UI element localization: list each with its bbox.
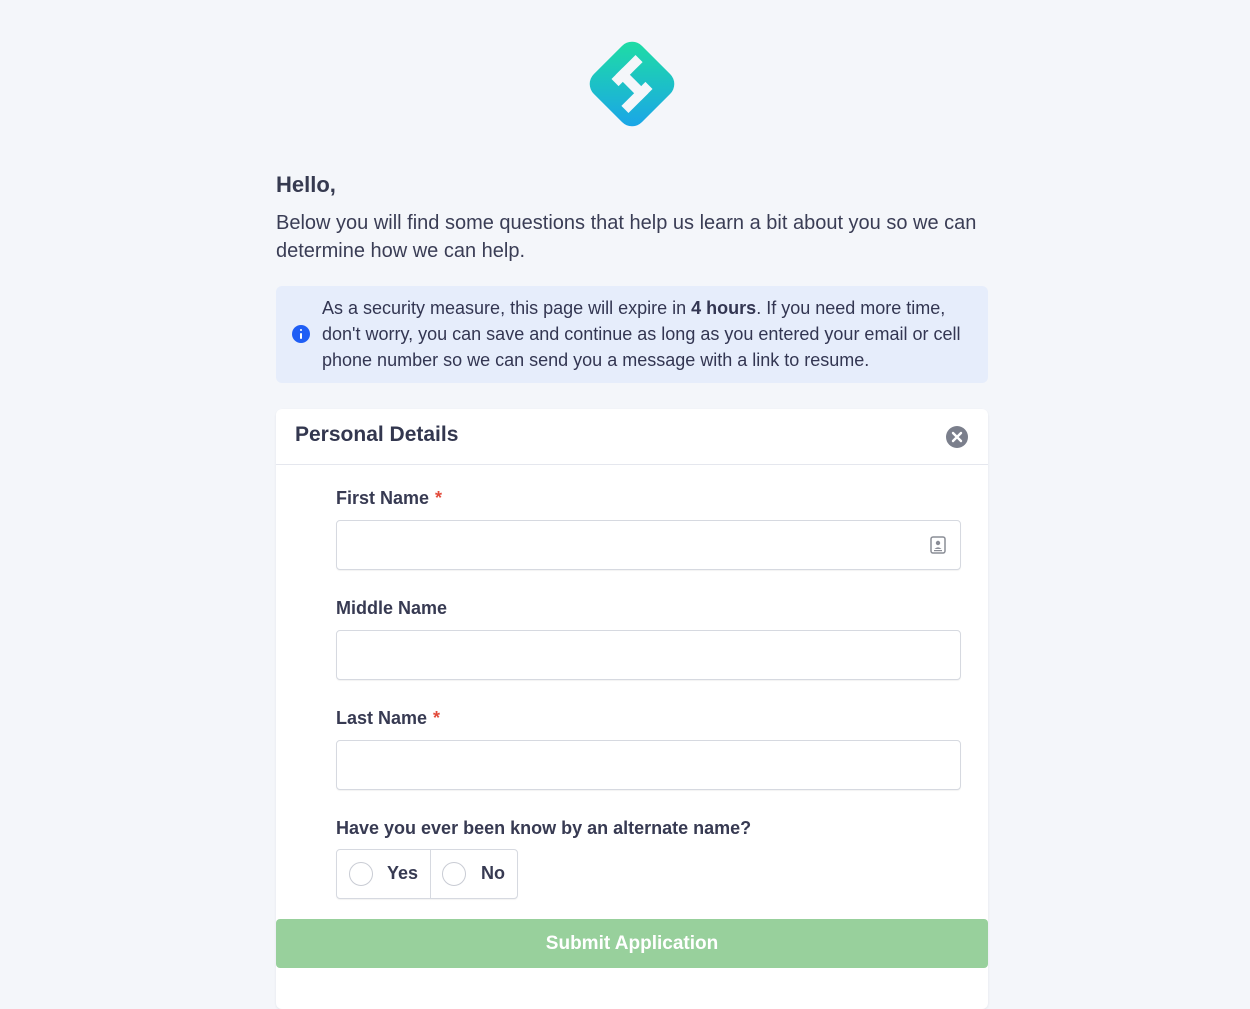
first-name-label: First Name *: [336, 488, 442, 509]
alternate-name-question: Have you ever been know by an alternate …: [336, 818, 752, 838]
last-name-label-text: Last Name: [336, 708, 428, 728]
first-name-label-text: First Name: [336, 488, 430, 508]
radio-circle-no[interactable]: [442, 862, 466, 886]
intro-text: Below you will find some questions that …: [276, 212, 977, 262]
radio-label-no: No: [481, 863, 505, 883]
contact-card-icon[interactable]: [930, 536, 946, 554]
security-notice: As a security measure, this page will ex…: [276, 286, 988, 383]
brand-logo-icon: [589, 41, 675, 127]
close-section-button[interactable]: [946, 426, 968, 448]
notice-text-before: As a security measure, this page will ex…: [322, 298, 692, 318]
alternate-name-radio-group: Yes No: [336, 849, 518, 899]
last-name-label: Last Name *: [336, 708, 440, 729]
notice-text: As a security measure, this page will ex…: [322, 295, 982, 373]
radio-label-yes: Yes: [387, 863, 419, 883]
middle-name-input[interactable]: [336, 630, 961, 680]
close-circle-icon: [951, 431, 963, 443]
middle-name-label: Middle Name: [336, 598, 448, 618]
last-name-required-mark: *: [433, 708, 441, 728]
personal-details-card: Personal Details First Name * Middle Name…: [276, 409, 988, 1009]
notice-emphasis: 4 hours: [691, 298, 757, 318]
last-name-input[interactable]: [336, 740, 961, 790]
radio-circle-yes[interactable]: [349, 862, 373, 886]
submit-application-button[interactable]: Submit Application: [276, 919, 988, 968]
first-name-input[interactable]: [336, 520, 961, 570]
section-title: Personal Details: [295, 423, 459, 446]
card-header: Personal Details: [276, 409, 988, 465]
radio-option-yes[interactable]: Yes: [337, 850, 431, 898]
first-name-required-mark: *: [435, 488, 443, 508]
radio-option-no[interactable]: No: [430, 850, 517, 898]
greeting-heading: Hello,: [276, 172, 336, 197]
info-icon: [292, 325, 310, 343]
